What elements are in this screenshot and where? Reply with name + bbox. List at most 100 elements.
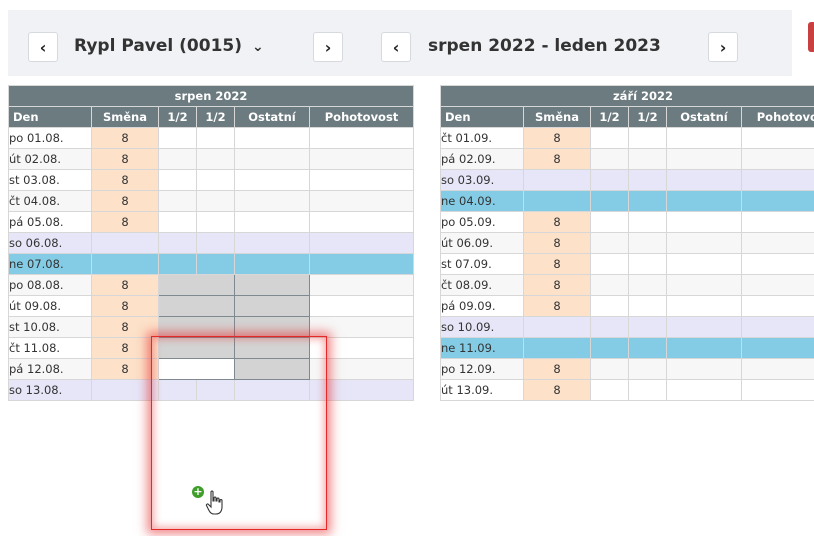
other-cell[interactable]	[666, 190, 742, 212]
action-button-edge[interactable]	[808, 22, 814, 52]
shift-cell[interactable]: 8	[523, 274, 591, 296]
half-day-cell[interactable]	[158, 211, 197, 233]
standby-cell[interactable]	[740, 190, 814, 212]
half-day-cell[interactable]	[590, 190, 629, 212]
standby-cell[interactable]	[740, 379, 814, 401]
shift-cell[interactable]: 8	[523, 358, 591, 380]
half-day-cell[interactable]	[158, 127, 197, 149]
half-day-cell[interactable]	[628, 211, 667, 233]
half-day-cell[interactable]	[590, 337, 629, 359]
standby-cell[interactable]	[308, 232, 415, 254]
next-person-button[interactable]: ›	[313, 32, 343, 62]
standby-cell[interactable]	[308, 316, 415, 338]
half-day-cell[interactable]	[590, 211, 629, 233]
shift-cell[interactable]: 8	[523, 232, 591, 254]
half-day-cell[interactable]	[628, 337, 667, 359]
other-cell[interactable]	[234, 253, 310, 275]
other-cell[interactable]	[666, 232, 742, 254]
other-cell[interactable]	[666, 211, 742, 233]
standby-cell[interactable]	[308, 358, 415, 380]
standby-cell[interactable]	[308, 148, 415, 170]
standby-cell[interactable]	[308, 190, 415, 212]
other-cell[interactable]	[234, 358, 310, 380]
other-cell[interactable]	[234, 337, 310, 359]
shift-cell[interactable]: 8	[91, 316, 159, 338]
standby-cell[interactable]	[740, 211, 814, 233]
half-day-cell[interactable]	[158, 379, 197, 401]
half-day-cell[interactable]	[158, 316, 235, 338]
other-cell[interactable]	[234, 169, 310, 191]
half-day-cell[interactable]	[590, 232, 629, 254]
half-day-cell[interactable]	[628, 148, 667, 170]
half-day-cell[interactable]	[590, 169, 629, 191]
half-day-cell[interactable]	[196, 211, 235, 233]
half-day-cell[interactable]	[158, 232, 197, 254]
prev-period-button[interactable]: ‹	[381, 32, 411, 62]
next-period-button[interactable]: ›	[708, 32, 738, 62]
other-cell[interactable]	[666, 274, 742, 296]
half-day-cell[interactable]	[628, 169, 667, 191]
other-cell[interactable]	[666, 295, 742, 317]
shift-cell[interactable]: 8	[91, 148, 159, 170]
half-day-cell[interactable]	[158, 148, 197, 170]
other-cell[interactable]	[234, 127, 310, 149]
shift-cell[interactable]: 8	[91, 169, 159, 191]
shift-cell[interactable]: 8	[91, 274, 159, 296]
other-cell[interactable]	[234, 316, 310, 338]
standby-cell[interactable]	[740, 253, 814, 275]
half-day-cell[interactable]	[158, 358, 235, 380]
shift-cell[interactable]: 8	[523, 148, 591, 170]
other-cell[interactable]	[234, 274, 310, 296]
other-cell[interactable]	[234, 211, 310, 233]
half-day-cell[interactable]	[196, 232, 235, 254]
shift-cell[interactable]	[91, 253, 159, 275]
shift-cell[interactable]: 8	[91, 358, 159, 380]
standby-cell[interactable]	[308, 253, 415, 275]
half-day-cell[interactable]	[628, 316, 667, 338]
other-cell[interactable]	[234, 379, 310, 401]
shift-cell[interactable]	[91, 379, 159, 401]
other-cell[interactable]	[234, 148, 310, 170]
half-day-cell[interactable]	[628, 274, 667, 296]
standby-cell[interactable]	[740, 337, 814, 359]
shift-cell[interactable]: 8	[523, 127, 591, 149]
standby-cell[interactable]	[740, 148, 814, 170]
other-cell[interactable]	[666, 316, 742, 338]
shift-cell[interactable]: 8	[523, 253, 591, 275]
half-day-cell[interactable]	[590, 274, 629, 296]
half-day-cell[interactable]	[590, 379, 629, 401]
plus-circle-icon[interactable]: +	[192, 486, 204, 498]
other-cell[interactable]	[234, 190, 310, 212]
half-day-cell[interactable]	[590, 358, 629, 380]
prev-person-button[interactable]: ‹	[28, 32, 58, 62]
standby-cell[interactable]	[308, 337, 415, 359]
shift-cell[interactable]	[523, 169, 591, 191]
half-day-cell[interactable]	[158, 169, 197, 191]
shift-cell[interactable]: 8	[91, 295, 159, 317]
half-day-cell[interactable]	[628, 232, 667, 254]
half-day-cell[interactable]	[590, 316, 629, 338]
half-day-cell[interactable]	[628, 358, 667, 380]
other-cell[interactable]	[666, 148, 742, 170]
half-day-cell[interactable]	[590, 253, 629, 275]
half-day-cell[interactable]	[158, 295, 235, 317]
shift-cell[interactable]: 8	[523, 295, 591, 317]
standby-cell[interactable]	[308, 127, 415, 149]
half-day-cell[interactable]	[628, 253, 667, 275]
half-day-cell[interactable]	[628, 190, 667, 212]
standby-cell[interactable]	[308, 379, 415, 401]
standby-cell[interactable]	[740, 274, 814, 296]
shift-cell[interactable]	[523, 316, 591, 338]
half-day-cell[interactable]	[590, 148, 629, 170]
other-cell[interactable]	[234, 232, 310, 254]
other-cell[interactable]	[666, 253, 742, 275]
standby-cell[interactable]	[308, 211, 415, 233]
half-day-cell[interactable]	[158, 253, 197, 275]
standby-cell[interactable]	[308, 295, 415, 317]
half-day-cell[interactable]	[158, 190, 197, 212]
other-cell[interactable]	[234, 295, 310, 317]
standby-cell[interactable]	[740, 316, 814, 338]
other-cell[interactable]	[666, 169, 742, 191]
half-day-cell[interactable]	[628, 379, 667, 401]
shift-cell[interactable]: 8	[523, 379, 591, 401]
